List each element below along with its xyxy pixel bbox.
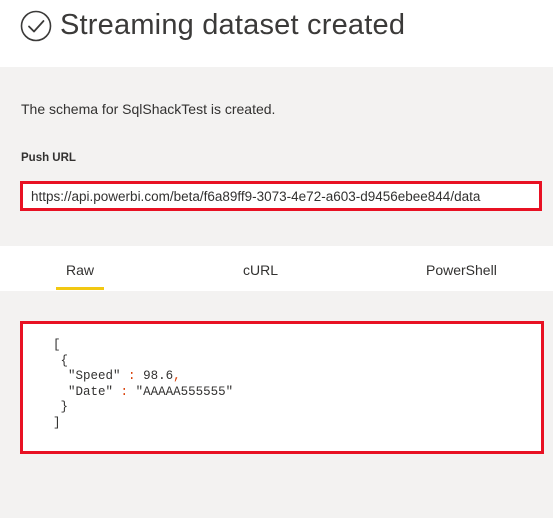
- push-url-value[interactable]: https://api.powerbi.com/beta/f6a89ff9-30…: [31, 189, 480, 204]
- speed-key: "Speed": [68, 369, 121, 383]
- date-value: "AAAAA555555": [135, 384, 234, 399]
- code-format-tabs: Raw cURL PowerShell: [0, 246, 553, 291]
- code-sample-box[interactable]: [ { "Speed" : 98.6, "Date" : "AAAAA55555…: [20, 321, 544, 454]
- open-bracket: [: [53, 338, 61, 352]
- code-line: "Speed" : 98.6,: [53, 369, 233, 385]
- speed-value: 98.6: [143, 369, 174, 383]
- check-circle-icon: [20, 10, 52, 42]
- date-key: "Date": [68, 384, 114, 399]
- code-line: [: [53, 338, 233, 354]
- dialog-title: Streaming dataset created: [60, 9, 406, 41]
- colon: :: [128, 369, 136, 383]
- tab-curl[interactable]: cURL: [243, 262, 278, 278]
- dataset-info-panel: The schema for SqlShackTest is created. …: [0, 67, 553, 246]
- code-line: {: [53, 354, 233, 370]
- code-line: }: [53, 400, 233, 416]
- comma: ,: [173, 369, 181, 383]
- tab-powershell[interactable]: PowerShell: [426, 262, 497, 278]
- dialog-header: Streaming dataset created: [0, 0, 553, 67]
- push-url-label: Push URL: [21, 152, 76, 164]
- push-url-field[interactable]: https://api.powerbi.com/beta/f6a89ff9-30…: [20, 181, 542, 211]
- code-line: "Date" : "AAAAA555555": [53, 385, 233, 401]
- close-brace: }: [60, 400, 69, 414]
- close-bracket: ]: [53, 415, 61, 430]
- code-line: ]: [53, 416, 233, 432]
- code-sample: [ { "Speed" : 98.6, "Date" : "AAAAA55555…: [53, 338, 233, 431]
- open-brace: {: [60, 353, 69, 368]
- selected-tab-indicator: [56, 287, 104, 290]
- code-area: [ { "Speed" : 98.6, "Date" : "AAAAA55555…: [0, 291, 553, 518]
- tab-raw[interactable]: Raw: [66, 262, 94, 278]
- colon: :: [120, 384, 129, 399]
- schema-message: The schema for SqlShackTest is created.: [21, 101, 276, 117]
